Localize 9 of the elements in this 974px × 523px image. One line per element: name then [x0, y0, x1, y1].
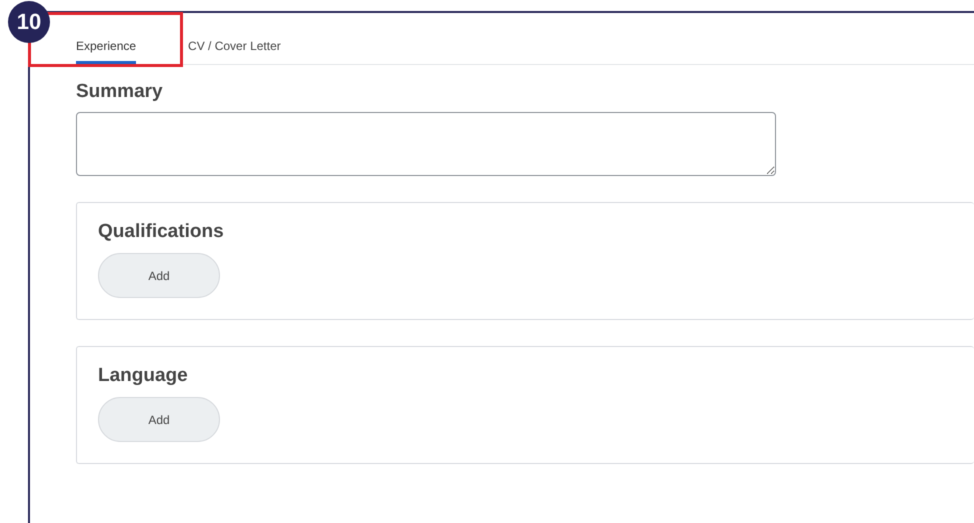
tab[interactable]: Experience — [76, 13, 136, 64]
section-title: Language — [98, 365, 189, 387]
tab[interactable]: CV / Cover Letter — [188, 13, 281, 64]
section-title: Qualifications — [98, 221, 225, 243]
summary-label: Summary — [76, 81, 164, 103]
step-badge: 10 — [8, 1, 50, 43]
add-button[interactable]: Add — [98, 397, 220, 442]
summary-field[interactable] — [76, 112, 776, 176]
add-button[interactable]: Add — [98, 253, 220, 298]
